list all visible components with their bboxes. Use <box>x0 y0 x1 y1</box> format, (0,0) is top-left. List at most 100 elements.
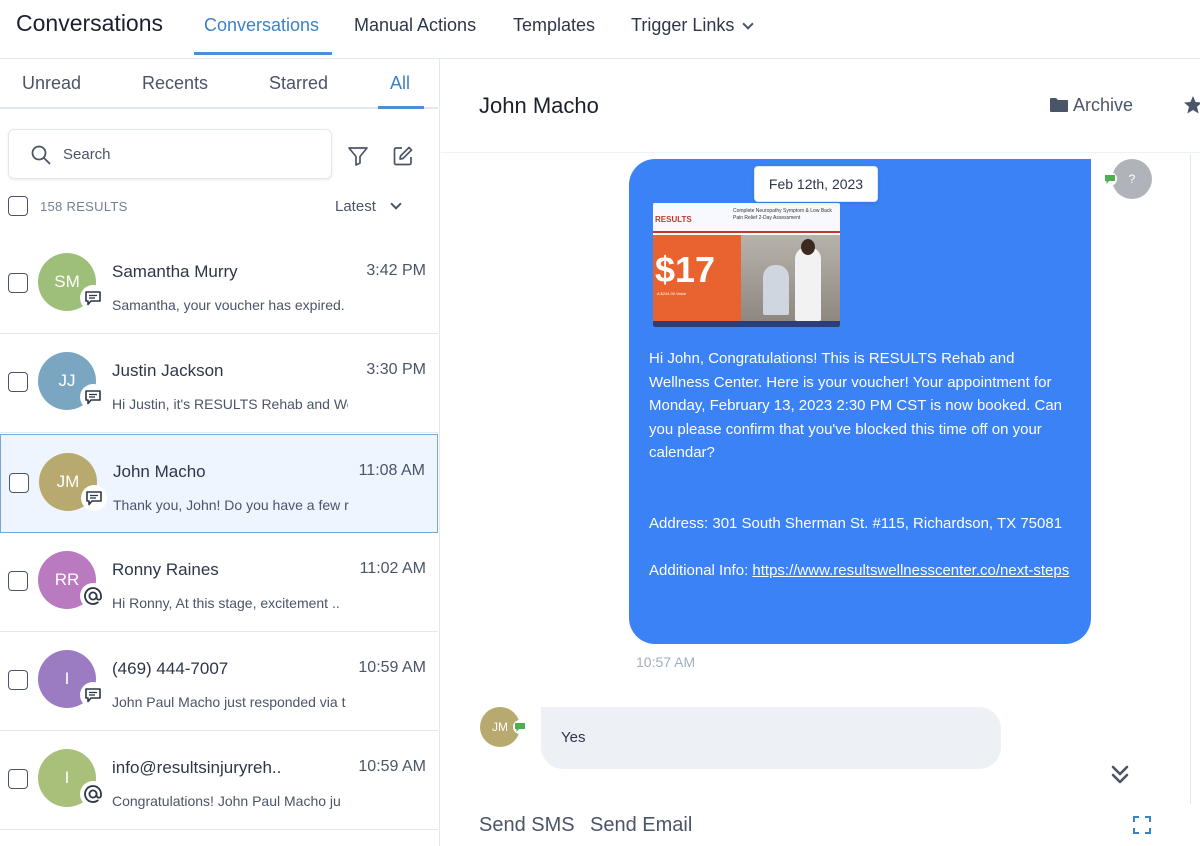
sms-icon <box>515 722 525 732</box>
row-checkbox[interactable] <box>8 769 28 789</box>
archive-label: Archive <box>1073 95 1134 115</box>
filter-tabs-divider <box>0 107 438 109</box>
star-icon[interactable] <box>1183 95 1200 115</box>
contact-name: Ronny Raines <box>112 560 219 579</box>
message-preview: Thank you, John! Do you have a few r <box>113 497 349 513</box>
filter-tab-recents[interactable]: Recents <box>142 73 208 94</box>
voucher-footer-strip <box>653 321 840 327</box>
nav-tab-templates[interactable]: Templates <box>513 15 595 36</box>
voucher-photo-doctor-head <box>801 239 815 255</box>
sort-dropdown[interactable]: Latest <box>335 198 402 215</box>
channel-badge <box>81 485 107 511</box>
voucher-headline: Complete Neuropathy Symptom & Low Back P… <box>733 208 832 221</box>
send-sms-tab[interactable]: Send SMS <box>479 814 575 837</box>
conversation-list-panel: Unread Recents Starred All Search 158 RE… <box>0 59 440 846</box>
voucher-image[interactable]: RESULTS Complete Neuropathy Symptom & Lo… <box>653 203 840 327</box>
row-checkbox[interactable] <box>9 473 29 493</box>
chevron-down-icon <box>742 18 755 30</box>
contact-name: Justin Jackson <box>112 361 224 380</box>
voucher-photo-patient <box>763 265 789 315</box>
send-email-tab[interactable]: Send Email <box>590 814 692 837</box>
message-preview: Samantha, your voucher has expired. <box>112 297 345 313</box>
channel-badge <box>80 781 106 807</box>
conversation-row[interactable]: Iinfo@resultsinjuryreh.. 10:59 AM Congratu… <box>0 731 438 830</box>
nav-tab-manual-actions[interactable]: Manual Actions <box>354 15 476 36</box>
sort-label: Latest <box>335 198 376 215</box>
outgoing-message-body: Hi John, Congratulations! This is RESULT… <box>649 350 1063 580</box>
chat-panel: John Macho Archive RESULTS Complete Neur… <box>441 59 1200 846</box>
next-steps-link[interactable]: https://www.resultswellnesscenter.co/nex… <box>752 562 1069 579</box>
channel-badge <box>80 384 106 410</box>
conversation-row[interactable]: JM John Macho 11:08 AM Thank you, John! Do … <box>0 434 438 533</box>
filter-icon[interactable] <box>347 145 369 167</box>
conversation-row[interactable]: JJ Justin Jackson 3:30 PM Hi Justin, it's R… <box>0 334 438 433</box>
chevron-down-icon <box>390 198 402 210</box>
message-preview: Hi Ronny, At this stage, excitement .. <box>112 595 340 611</box>
conversation-row[interactable]: RR Ronny Raines 11:02 AM Hi Ronny, At this … <box>0 533 438 632</box>
folder-icon <box>1050 98 1068 112</box>
archive-button[interactable]: Archive <box>1049 95 1133 116</box>
nav-tab-conversations[interactable]: Conversations <box>204 15 319 36</box>
sms-icon <box>86 490 102 505</box>
date-chip: Feb 12th, 2023 <box>754 166 878 202</box>
row-checkbox[interactable] <box>8 670 28 690</box>
sms-icon <box>85 687 101 702</box>
scroll-to-bottom-icon[interactable] <box>1110 764 1130 786</box>
message-time: 10:59 AM <box>358 659 426 676</box>
sms-icon <box>1105 174 1115 184</box>
top-navigation-bar: Conversations Conversations Manual Actio… <box>0 0 1200 59</box>
filter-tab-all[interactable]: All <box>390 73 410 94</box>
outgoing-message-bubble: RESULTS Complete Neuropathy Symptom & Lo… <box>629 159 1091 644</box>
sms-badge <box>513 720 527 734</box>
select-all-checkbox[interactable] <box>8 196 28 216</box>
conversation-row[interactable]: I (469) 444-7007 10:59 AM John Paul Macho j… <box>0 632 438 731</box>
contact-name: info@resultsinjuryreh.. <box>112 758 282 777</box>
nav-active-indicator <box>194 52 332 55</box>
row-checkbox[interactable] <box>8 273 28 293</box>
expand-icon[interactable] <box>1133 816 1151 834</box>
contact-name: Samantha Murry <box>112 262 238 281</box>
outgoing-message-text: Hi John, Congratulations! This is RESULT… <box>649 347 1079 583</box>
search-input[interactable]: Search <box>8 129 332 179</box>
voucher-value: A $244.00 Value <box>657 291 687 296</box>
sms-badge <box>1103 172 1117 186</box>
search-icon <box>31 145 51 165</box>
compose-icon[interactable] <box>392 145 414 167</box>
incoming-message-bubble: Yes <box>541 707 1001 769</box>
outgoing-message-time: 10:57 AM <box>636 654 696 670</box>
sms-icon <box>85 290 101 305</box>
contact-name: John Macho <box>113 462 206 481</box>
search-placeholder: Search <box>63 146 111 163</box>
channel-badge <box>80 583 106 609</box>
message-thread: RESULTS Complete Neuropathy Symptom & Lo… <box>441 154 1191 846</box>
row-checkbox[interactable] <box>8 372 28 392</box>
voucher-photo <box>741 235 840 321</box>
message-preview: Hi Justin, it's RESULTS Rehab and We <box>112 396 348 412</box>
message-preview: Congratulations! John Paul Macho ju <box>112 793 341 809</box>
filter-tab-unread[interactable]: Unread <box>22 73 81 94</box>
message-preview: John Paul Macho just responded via t <box>112 694 346 710</box>
contact-name: John Macho <box>479 93 599 118</box>
message-time: 3:30 PM <box>366 361 426 378</box>
sms-icon <box>85 389 101 404</box>
email-icon <box>84 587 102 605</box>
message-composer: Send SMS Send Email <box>441 804 1191 846</box>
message-time: 11:02 AM <box>359 560 426 577</box>
nav-tab-trigger-links[interactable]: Trigger Links <box>631 15 755 36</box>
filter-tab-starred[interactable]: Starred <box>269 73 328 94</box>
conversation-row[interactable]: SM Samantha Murry 3:42 PM Samantha, your vo… <box>0 235 438 334</box>
incoming-message-text: Yes <box>561 729 586 746</box>
row-checkbox[interactable] <box>8 571 28 591</box>
contact-name: (469) 444-7007 <box>112 659 229 678</box>
channel-badge <box>80 682 106 708</box>
voucher-price: $17 <box>655 249 716 290</box>
voucher-photo-doctor <box>795 247 821 321</box>
message-time: 10:59 AM <box>358 758 426 775</box>
chat-header: John Macho Archive <box>441 59 1200 153</box>
nav-tab-trigger-links-label: Trigger Links <box>631 15 735 35</box>
message-time: 3:42 PM <box>366 262 426 279</box>
message-time: 11:08 AM <box>358 462 425 479</box>
filter-active-indicator <box>378 106 424 109</box>
voucher-brand: RESULTS <box>655 215 692 224</box>
channel-badge <box>80 285 106 311</box>
